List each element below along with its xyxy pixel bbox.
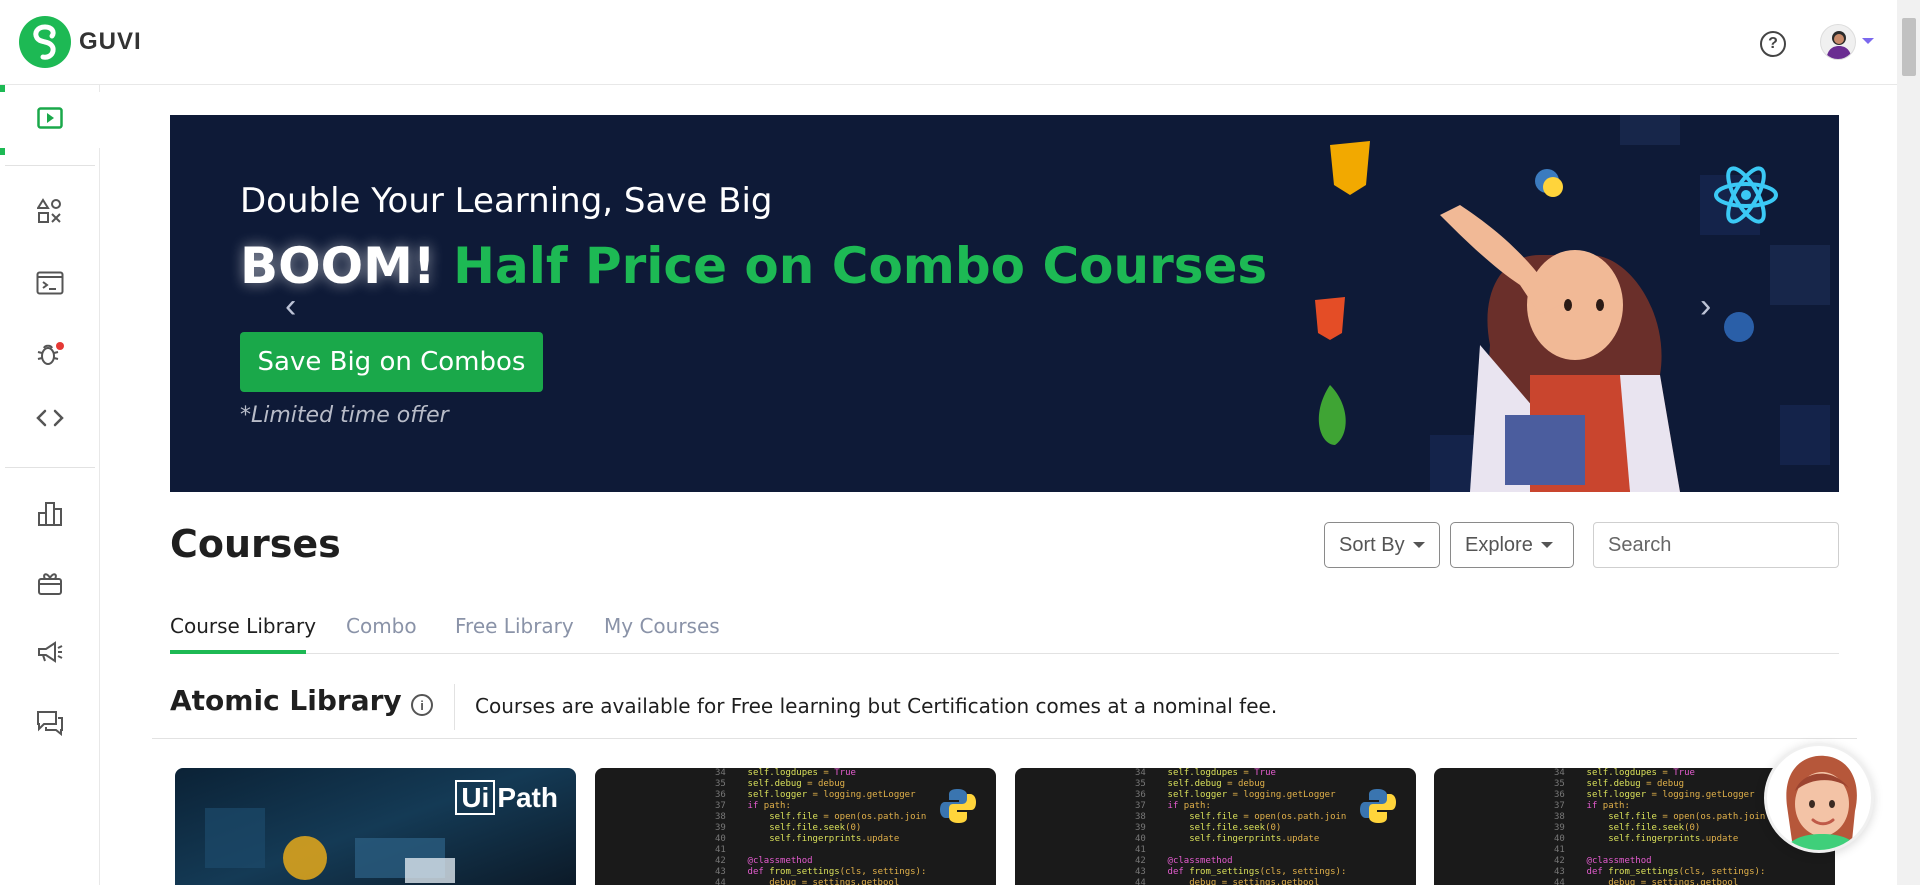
chevron-down-icon	[1540, 542, 1553, 548]
save-big-button[interactable]: Save Big on Combos	[240, 332, 543, 392]
banner-note: *Limited time offer	[240, 403, 449, 428]
megaphone-icon	[36, 640, 64, 669]
chat-assistant-avatar[interactable]	[1764, 743, 1874, 853]
video-play-icon	[37, 106, 63, 134]
user-avatar[interactable]	[1820, 24, 1856, 60]
sidebar-item-terminal[interactable]	[0, 257, 100, 313]
gift-icon	[37, 570, 63, 601]
guvi-logo[interactable]: GUVI	[19, 16, 142, 68]
explore-label: Explore	[1465, 533, 1533, 556]
python-logo-icon	[940, 789, 976, 823]
search-input[interactable]	[1593, 522, 1839, 568]
sidebar-item-practice[interactable]	[0, 185, 100, 241]
section-divider	[454, 684, 455, 730]
course-card[interactable]: 34 self.logdupes = True 35 self.debug = …	[595, 768, 996, 885]
bug-icon	[35, 340, 65, 373]
banner-title: BOOM! Half Price on Combo Courses	[240, 237, 1267, 295]
top-bar: GUVI ?	[0, 0, 1897, 85]
sidebar-item-announcements[interactable]	[0, 626, 100, 682]
brand-name: GUVI	[79, 28, 142, 55]
tab-my-courses[interactable]: My Courses	[604, 614, 720, 638]
info-icon[interactable]: i	[411, 694, 433, 716]
help-circle-icon[interactable]: ?	[1760, 31, 1786, 57]
uipath-logo: Ui Path	[455, 780, 558, 815]
sidebar-item-rewards[interactable]	[0, 557, 100, 613]
page-scrollbar[interactable]	[1897, 0, 1920, 885]
sort-by-label: Sort By	[1339, 533, 1405, 556]
card-thumbnail: 34 self.logdupes = True 35 self.debug = …	[1135, 768, 1347, 885]
banner-illustration	[1315, 115, 1830, 492]
tab-course-library[interactable]: Course Library	[170, 614, 316, 638]
section-title: Atomic Library	[170, 684, 402, 717]
avatar-dropdown-caret-icon[interactable]	[1862, 38, 1874, 44]
terminal-icon	[36, 271, 64, 300]
section-description: Courses are available for Free learning …	[475, 694, 1278, 718]
explore-dropdown[interactable]: Explore	[1450, 522, 1574, 568]
banner-title-boom: BOOM!	[240, 237, 436, 295]
uipath-logo-prefix: Ui	[455, 780, 496, 815]
active-tab-underline	[170, 650, 306, 654]
sidebar-item-code[interactable]	[0, 392, 100, 448]
shapes-icon	[36, 197, 63, 229]
sidebar-item-courses[interactable]	[0, 92, 100, 148]
sidebar-item-forum[interactable]	[0, 697, 100, 753]
sidebar-item-leaderboard[interactable]	[0, 488, 100, 544]
course-tabs: Course Library Combo Free Library My Cou…	[170, 596, 1839, 654]
section-separator	[152, 738, 1857, 739]
uipath-logo-suffix: Path	[497, 782, 558, 813]
tab-free-library[interactable]: Free Library	[455, 614, 574, 638]
sidebar-divider	[5, 165, 95, 166]
sidebar-divider	[5, 467, 95, 468]
carousel-prev-icon[interactable]: ‹	[285, 287, 296, 326]
sidebar-item-debug[interactable]	[0, 328, 100, 384]
scrollbar-thumb[interactable]	[1902, 18, 1916, 76]
page-title: Courses	[170, 522, 341, 566]
banner-title-highlight: Half Price on Combo Courses	[453, 237, 1268, 295]
course-card[interactable]: 34 self.logdupes = True 35 self.debug = …	[1015, 768, 1416, 885]
sort-by-dropdown[interactable]: Sort By	[1324, 522, 1440, 568]
promo-banner[interactable]: Double Your Learning, Save Big BOOM! Hal…	[170, 115, 1839, 492]
banner-subtitle: Double Your Learning, Save Big	[240, 181, 773, 221]
card-thumbnail: 34 self.logdupes = True 35 self.debug = …	[715, 768, 927, 885]
card-thumbnail: 34 self.logdupes = True 35 self.debug = …	[1554, 768, 1766, 885]
chevron-down-icon	[1412, 542, 1425, 548]
bar-chart-icon	[37, 501, 63, 532]
chat-icon	[36, 710, 64, 741]
code-icon	[36, 408, 64, 433]
tab-combo[interactable]: Combo	[346, 614, 417, 638]
guvi-logo-icon	[19, 16, 71, 68]
python-logo-icon	[1360, 789, 1396, 823]
course-card[interactable]: Ui Path	[175, 768, 576, 885]
sidebar	[0, 85, 100, 885]
